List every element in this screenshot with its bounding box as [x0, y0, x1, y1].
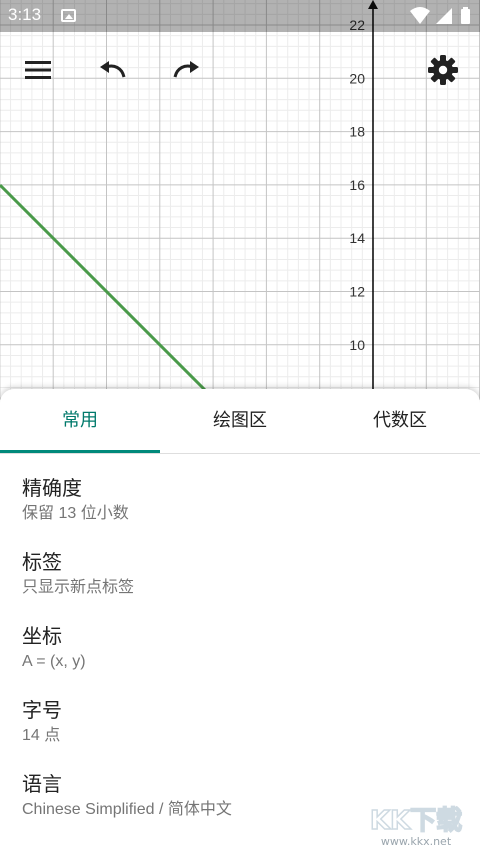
settings-gear-icon[interactable]	[425, 52, 461, 88]
tab-algebra[interactable]: 代数区	[320, 389, 480, 453]
setting-value: A = (x, y)	[22, 653, 86, 670]
setting-precision[interactable]: 精确度 保留 13 位小数	[22, 475, 462, 525]
setting-coordinates[interactable]: 坐标 A = (x, y)	[22, 623, 462, 673]
y-tick-label: 14	[349, 230, 365, 246]
setting-title: 标签	[22, 550, 62, 574]
setting-labeling[interactable]: 标签 只显示新点标签	[22, 549, 462, 599]
undo-icon[interactable]	[95, 52, 131, 88]
major-grid	[0, 0, 480, 400]
function-line[interactable]	[0, 183, 207, 392]
graphing-canvas[interactable]: 22201816141210	[0, 0, 480, 400]
settings-sheet: 常用 绘图区 代数区 精确度 保留 13 位小数 标签 只显示新点标签 坐标 A…	[0, 389, 480, 853]
y-tick-label: 18	[349, 124, 365, 140]
setting-title: 字号	[22, 698, 62, 722]
setting-font-size[interactable]: 字号 14 点	[22, 697, 462, 747]
svg-text:KK下载: KK下载	[370, 806, 462, 836]
minor-grid	[0, 0, 480, 400]
setting-value: 保留 13 位小数	[22, 505, 129, 522]
battery-icon	[461, 7, 470, 24]
tab-graphics[interactable]: 绘图区	[160, 389, 320, 453]
status-time: 3:13	[8, 5, 42, 24]
setting-title: 语言	[22, 772, 62, 796]
settings-tabs: 常用 绘图区 代数区	[0, 389, 480, 454]
status-icons	[410, 7, 470, 24]
wifi-icon	[410, 7, 430, 24]
watermark-logo: KK下载 www.kkx.net	[369, 805, 463, 848]
setting-title: 精确度	[22, 476, 82, 500]
y-tick-label: 10	[349, 337, 365, 353]
y-tick-label: 12	[349, 284, 365, 300]
signal-icon	[436, 8, 452, 24]
tab-common[interactable]: 常用	[0, 389, 160, 453]
image-notification-icon	[61, 9, 76, 22]
setting-value: 只显示新点标签	[22, 579, 135, 596]
setting-title: 坐标	[22, 624, 62, 648]
redo-icon[interactable]	[168, 52, 204, 88]
active-tab-indicator	[0, 450, 160, 453]
y-tick-label: 20	[349, 70, 365, 86]
status-bar: 3:13	[0, 0, 480, 32]
menu-icon[interactable]	[20, 52, 56, 88]
y-tick-label: 16	[349, 177, 365, 193]
setting-value: 14 点	[22, 727, 61, 744]
svg-text:www.kkx.net: www.kkx.net	[381, 835, 452, 848]
